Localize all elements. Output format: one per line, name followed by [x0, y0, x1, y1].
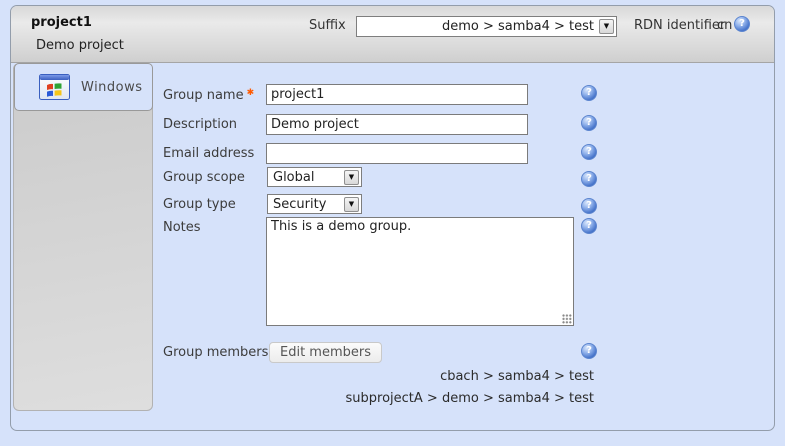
titlebar: project1 Demo project Suffix demo > samb… — [11, 6, 774, 63]
help-icon[interactable]: ? — [581, 144, 597, 160]
help-icon[interactable]: ? — [581, 198, 597, 214]
suffix-select-value: demo > samba4 > test — [357, 19, 599, 34]
suffix-select[interactable]: demo > samba4 > test ▼ — [356, 16, 617, 37]
description-input[interactable] — [266, 114, 528, 135]
group-members-label: Group members — [163, 345, 268, 360]
suffix-label: Suffix — [309, 18, 346, 33]
windows-logo-icon — [39, 74, 70, 100]
page-title: project1 — [31, 15, 92, 30]
help-icon[interactable]: ? — [581, 171, 597, 187]
group-name-input[interactable] — [266, 84, 528, 105]
help-icon[interactable]: ? — [581, 343, 597, 359]
rdn-identifier-value: cn — [717, 18, 732, 33]
page-subtitle: Demo project — [36, 38, 124, 53]
account-edit-window: project1 Demo project Suffix demo > samb… — [10, 5, 775, 431]
notes-textarea[interactable]: This is a demo group. — [266, 217, 574, 326]
group-member-list: cbach > samba4 > test subprojectA > demo… — [163, 366, 594, 410]
required-icon: ✱ — [247, 88, 255, 98]
edit-members-button[interactable]: Edit members — [269, 342, 382, 363]
rdn-identifier-label: RDN identifier — [634, 18, 725, 33]
resize-grip-icon[interactable] — [562, 314, 572, 324]
help-icon[interactable]: ? — [581, 218, 597, 234]
group-scope-select[interactable]: Global ▼ — [267, 167, 362, 187]
list-item: cbach > samba4 > test — [163, 366, 594, 388]
chevron-down-icon[interactable]: ▼ — [344, 170, 359, 185]
group-name-label: Group name✱ — [163, 88, 254, 103]
page: { "window": { "title": "project1", "subt… — [0, 0, 785, 446]
help-icon[interactable]: ? — [734, 16, 750, 32]
email-address-label: Email address — [163, 146, 254, 161]
description-label: Description — [163, 117, 237, 132]
group-type-select[interactable]: Security ▼ — [267, 194, 362, 214]
help-icon[interactable]: ? — [581, 115, 597, 131]
tab-windows-label: Windows — [81, 80, 143, 95]
group-type-value: Security — [268, 197, 344, 212]
notes-label: Notes — [163, 220, 201, 235]
help-icon[interactable]: ? — [581, 85, 597, 101]
module-tab-list — [13, 63, 153, 411]
group-type-label: Group type — [163, 197, 236, 212]
group-scope-value: Global — [268, 170, 344, 185]
tab-windows[interactable]: Windows — [14, 63, 153, 111]
chevron-down-icon[interactable]: ▼ — [344, 197, 359, 212]
group-scope-label: Group scope — [163, 170, 245, 185]
list-item: subprojectA > demo > samba4 > test — [163, 388, 594, 410]
chevron-down-icon[interactable]: ▼ — [599, 19, 614, 34]
email-address-input[interactable] — [266, 143, 528, 164]
